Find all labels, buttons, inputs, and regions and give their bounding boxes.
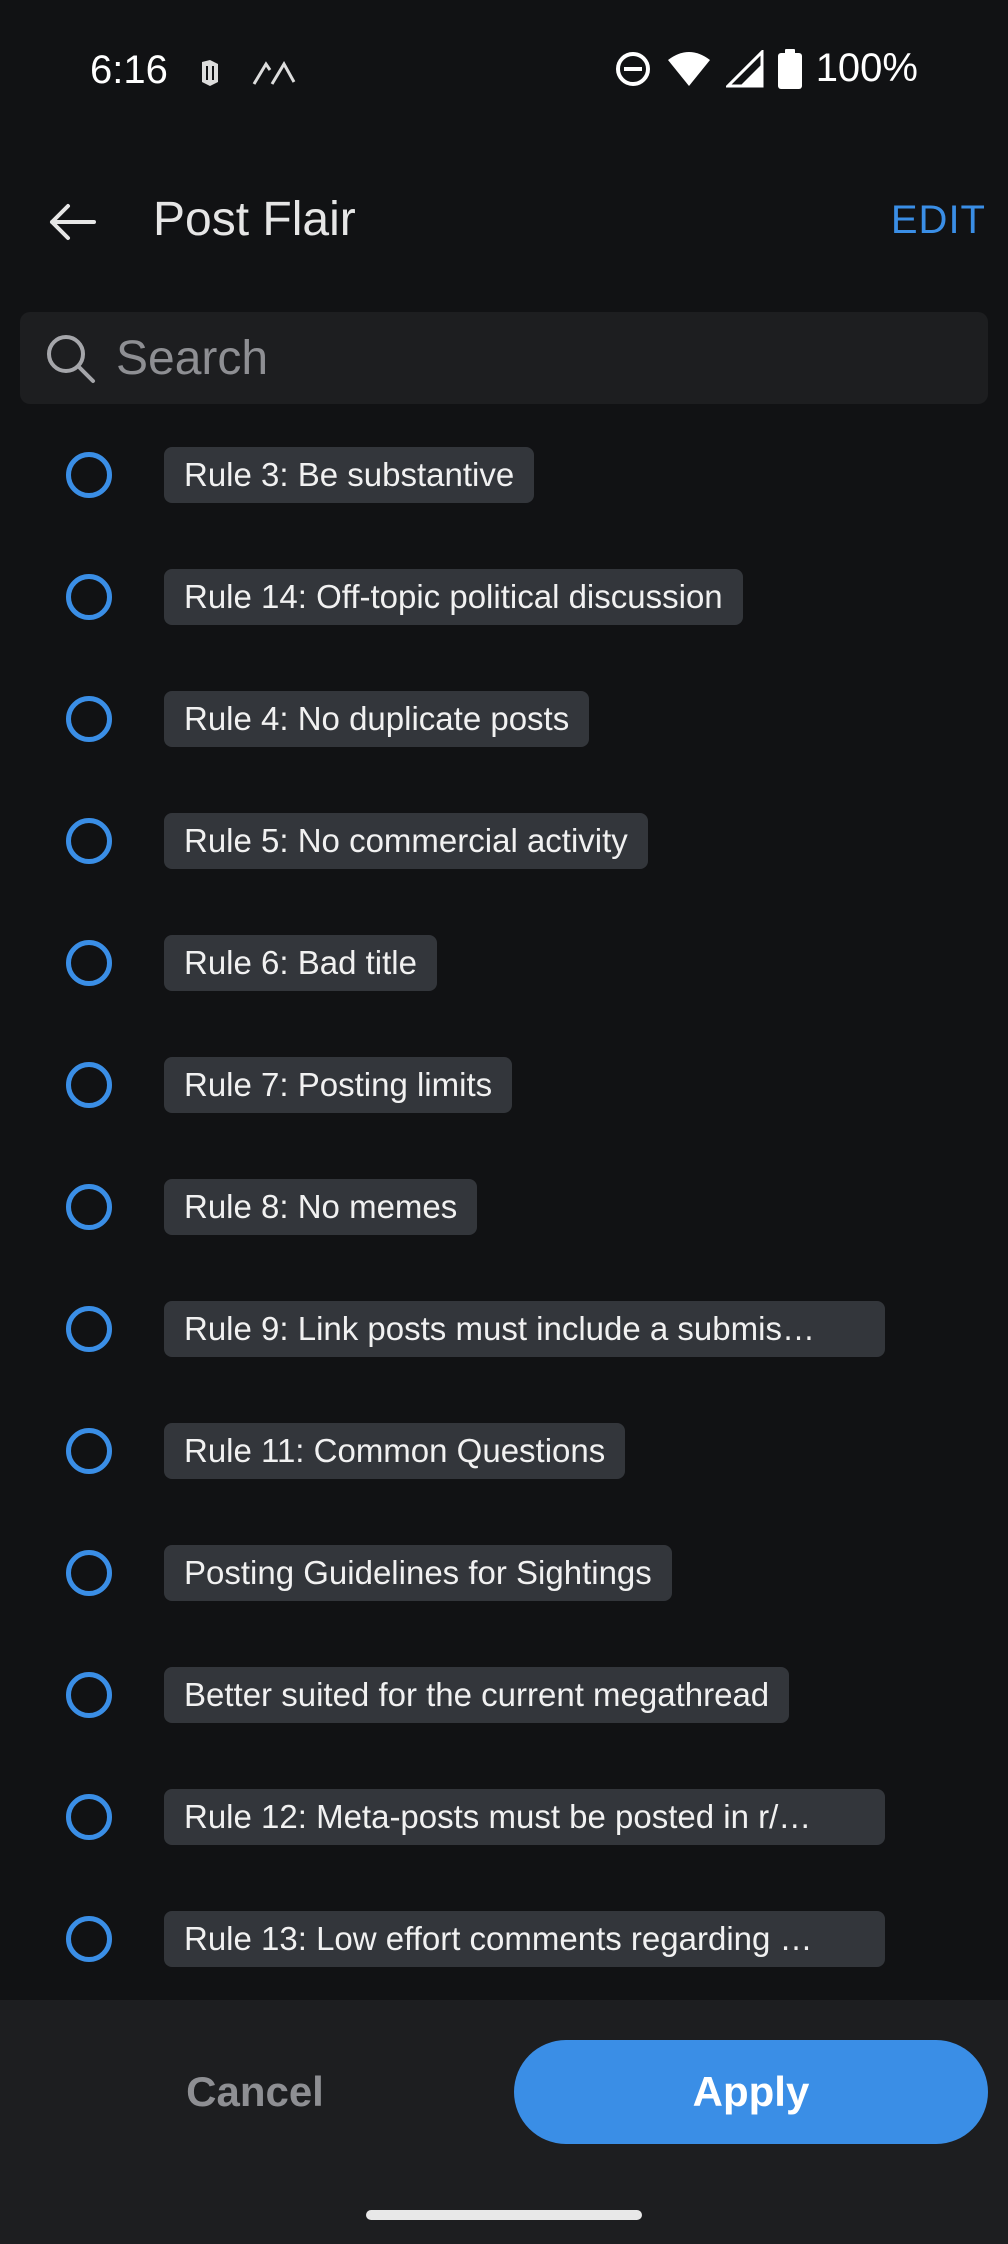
apply-button[interactable]: Apply: [514, 2040, 988, 2144]
flair-label: Rule 7: Posting limits: [184, 1066, 493, 1103]
radio-button[interactable]: [66, 1306, 112, 1352]
page-title: Post Flair: [153, 193, 356, 246]
status-notification-icons: [196, 58, 296, 88]
flair-chip: Rule 12: Meta-posts must be posted in r/…: [164, 1789, 885, 1845]
do-not-disturb-icon: [615, 51, 650, 86]
flair-option[interactable]: Rule 6: Bad title: [0, 906, 1008, 1028]
flair-option[interactable]: Rule 7: Posting limits: [0, 1028, 1008, 1150]
flair-option[interactable]: Better suited for the current megathread: [0, 1638, 1008, 1760]
flair-option[interactable]: Rule 11: Common Questions: [0, 1394, 1008, 1516]
flair-label: Rule 13: Low effort comments regarding …: [184, 1920, 813, 1957]
flair-label: Posting Guidelines for Sightings: [184, 1554, 652, 1591]
app-notification-icon: [202, 60, 218, 86]
bottom-action-bar: Cancel Apply: [0, 2000, 1008, 2244]
battery-icon: [777, 48, 802, 89]
search-bar[interactable]: [20, 312, 988, 404]
flair-label: Rule 12: Meta-posts must be posted in r/…: [184, 1798, 812, 1835]
cancel-button[interactable]: Cancel: [100, 2040, 410, 2144]
flair-option[interactable]: Rule 5: No commercial activity: [0, 784, 1008, 906]
radio-button[interactable]: [66, 1428, 112, 1474]
radio-button[interactable]: [66, 574, 112, 620]
flair-option[interactable]: Rule 9: Link posts must include a submis…: [0, 1272, 1008, 1394]
status-bar: 6:16 100%: [0, 0, 1008, 150]
flair-label: Better suited for the current megathread: [184, 1676, 770, 1713]
status-time: 6:16: [90, 48, 168, 92]
signal-activity-icon: [252, 61, 296, 85]
flair-chip: Rule 4: No duplicate posts: [164, 691, 590, 747]
flair-chip: Rule 8: No memes: [164, 1179, 478, 1235]
radio-button[interactable]: [66, 1550, 112, 1596]
wifi-icon: [667, 51, 710, 86]
flair-chip: Rule 3: Be substantive: [164, 447, 535, 503]
battery-percentage: 100%: [815, 46, 918, 90]
status-system-icons: 100%: [614, 46, 918, 91]
radio-button[interactable]: [66, 940, 112, 986]
flair-chip: Rule 11: Common Questions: [164, 1423, 626, 1479]
radio-button[interactable]: [66, 452, 112, 498]
home-indicator[interactable]: [366, 2210, 642, 2220]
flair-chip: Rule 6: Bad title: [164, 935, 437, 991]
flair-label: Rule 6: Bad title: [184, 944, 417, 981]
radio-button[interactable]: [66, 818, 112, 864]
edit-button[interactable]: EDIT: [891, 198, 986, 243]
back-button[interactable]: [40, 190, 104, 254]
flair-label: Rule 3: Be substantive: [184, 456, 515, 493]
search-icon: [47, 335, 95, 383]
search-input[interactable]: [116, 312, 966, 404]
cell-signal-icon: [725, 49, 764, 87]
flair-chip: Rule 9: Link posts must include a submis…: [164, 1301, 885, 1357]
radio-button[interactable]: [66, 1794, 112, 1840]
flair-label: Rule 4: No duplicate posts: [184, 700, 570, 737]
flair-chip: Rule 13: Low effort comments regarding …: [164, 1911, 885, 1967]
flair-option[interactable]: Rule 13: Low effort comments regarding …: [0, 1882, 1008, 2004]
radio-button[interactable]: [66, 696, 112, 742]
flair-option[interactable]: Rule 4: No duplicate posts: [0, 662, 1008, 784]
flair-label: Rule 9: Link posts must include a submis…: [184, 1310, 815, 1347]
flair-option[interactable]: Rule 14: Off-topic political discussion: [0, 540, 1008, 662]
arrow-back-icon: [50, 204, 96, 240]
radio-button[interactable]: [66, 1184, 112, 1230]
flair-chip: Rule 7: Posting limits: [164, 1057, 513, 1113]
flair-option[interactable]: Rule 3: Be substantive: [0, 418, 1008, 540]
flair-label: Rule 14: Off-topic political discussion: [184, 578, 723, 615]
radio-button[interactable]: [66, 1916, 112, 1962]
flair-label: Rule 5: No commercial activity: [184, 822, 628, 859]
flair-label: Rule 8: No memes: [184, 1188, 458, 1225]
flair-option[interactable]: Rule 8: No memes: [0, 1150, 1008, 1272]
flair-label: Rule 11: Common Questions: [184, 1432, 606, 1469]
flair-chip: Rule 5: No commercial activity: [164, 813, 648, 869]
flair-chip: Posting Guidelines for Sightings: [164, 1545, 672, 1601]
flair-chip: Better suited for the current megathread: [164, 1667, 790, 1723]
flair-chip: Rule 14: Off-topic political discussion: [164, 569, 743, 625]
radio-button[interactable]: [66, 1672, 112, 1718]
app-bar: Post Flair EDIT: [0, 170, 1008, 274]
radio-button[interactable]: [66, 1062, 112, 1108]
flair-option[interactable]: Rule 12: Meta-posts must be posted in r/…: [0, 1760, 1008, 1882]
flair-option[interactable]: Posting Guidelines for Sightings: [0, 1516, 1008, 1638]
